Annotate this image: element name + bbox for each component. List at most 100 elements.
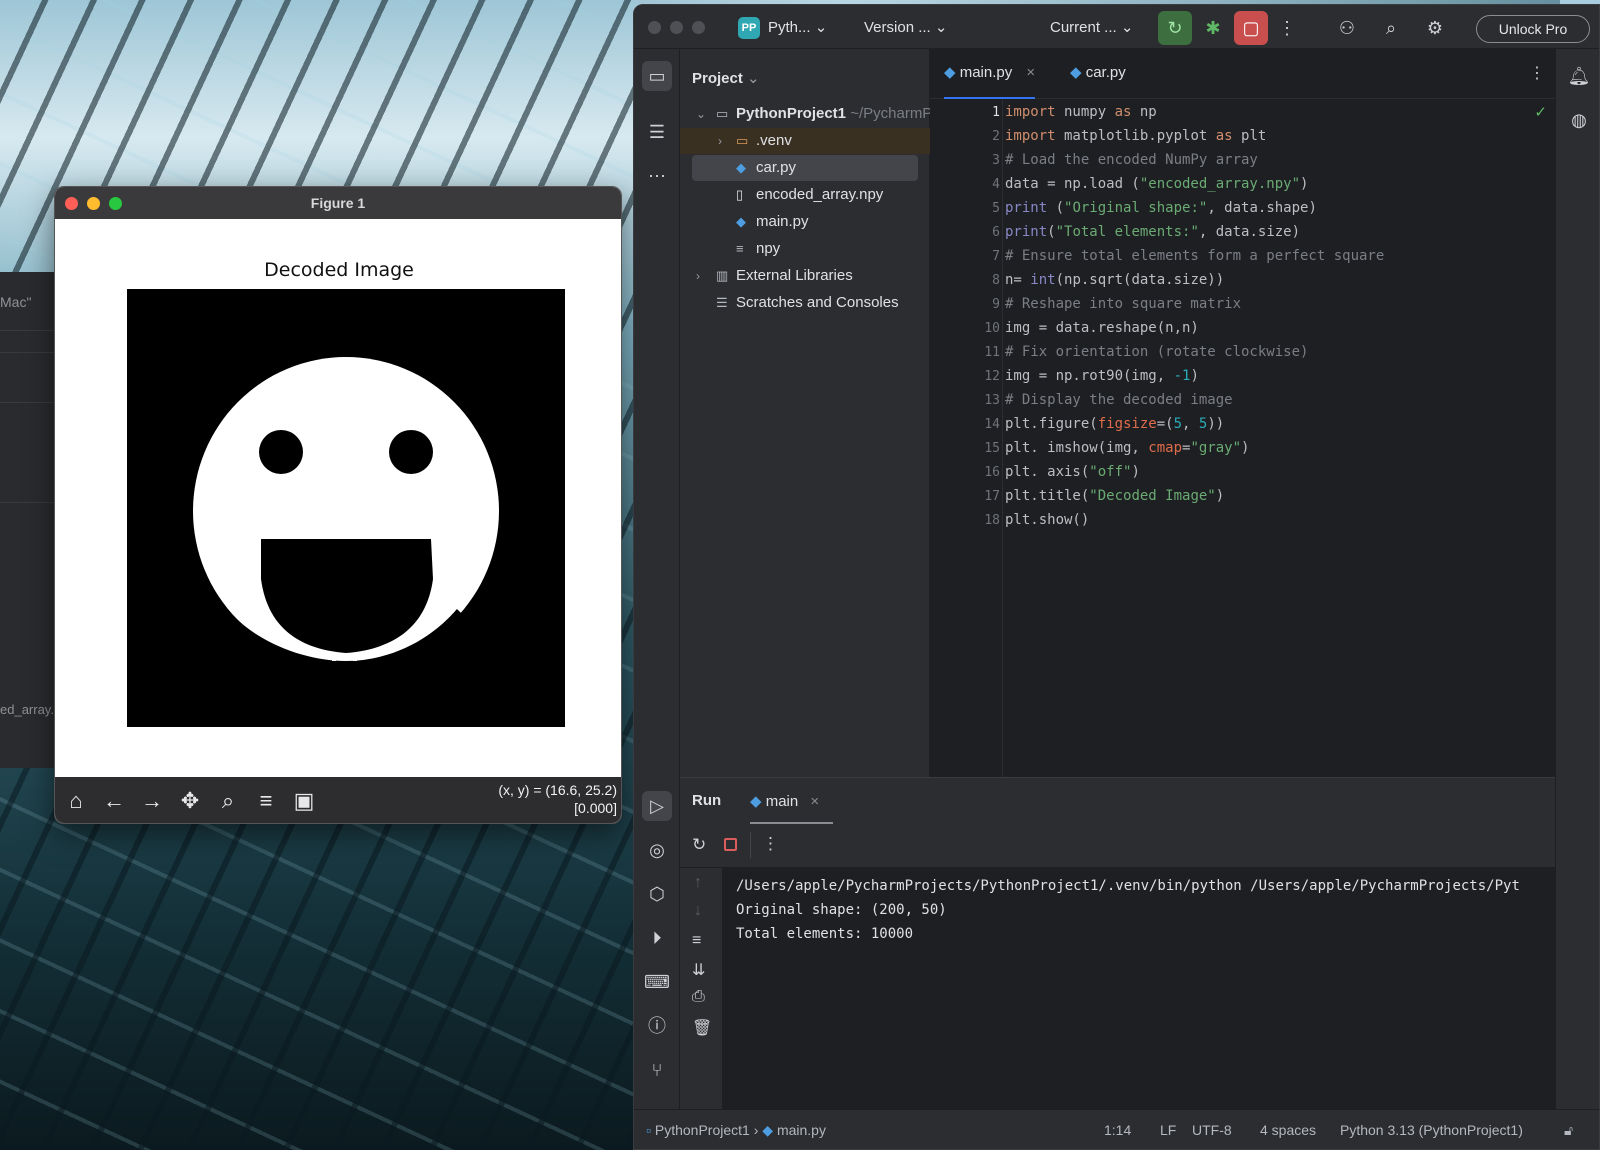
breadcrumb[interactable]: ▫ PythonProject1 › ◆ main.py xyxy=(646,1122,826,1139)
more-vertical-icon[interactable]: ⋮ xyxy=(1270,11,1304,45)
save-icon[interactable]: ▣ xyxy=(289,786,319,816)
stop-icon[interactable] xyxy=(724,838,737,851)
trash-icon[interactable]: 🗑︎ xyxy=(692,1018,712,1038)
code-line[interactable]: plt. axis("off") xyxy=(1005,464,1140,480)
git-branch-icon[interactable]: ⑂ xyxy=(642,1055,672,1085)
tree-item-external-libraries[interactable]: › ▥ External Libraries xyxy=(680,263,930,289)
run-play-icon[interactable]: ▷ xyxy=(642,791,672,821)
chevron-right-icon[interactable]: › xyxy=(718,128,722,154)
breadcrumb-file: main.py xyxy=(776,1122,826,1138)
scroll-down-icon[interactable]: ↓ xyxy=(694,902,702,920)
code-line[interactable]: n= int(np.sqrt(data.size)) xyxy=(1005,272,1224,288)
line-separator[interactable]: LF xyxy=(1160,1122,1176,1138)
background-window[interactable]: Mac" ed_array. xyxy=(0,272,60,768)
notifications-bell-icon[interactable]: 🔔︎ xyxy=(1564,61,1594,91)
line-number: 4 xyxy=(992,177,1000,192)
code-line[interactable]: plt.figure(figsize=(5, 5)) xyxy=(1005,416,1224,432)
rerun-icon[interactable]: ↻ xyxy=(692,835,706,855)
code-comment[interactable]: # Ensure total elements form a perfect s… xyxy=(1005,248,1384,264)
minimize-button[interactable] xyxy=(670,21,683,34)
code-line[interactable]: img = data.reshape(n,n) xyxy=(1005,320,1199,336)
code-line[interactable]: plt.title("Decoded Image") xyxy=(1005,488,1224,504)
code-text: ) xyxy=(1241,440,1250,456)
home-icon[interactable]: ⌂ xyxy=(61,786,91,816)
close-button[interactable] xyxy=(648,21,661,34)
project-badge[interactable]: PP xyxy=(738,17,760,39)
project-folder-icon[interactable]: ▭ xyxy=(642,61,672,91)
python-interpreter[interactable]: Python 3.13 (PythonProject1) xyxy=(1340,1122,1523,1138)
code-comment[interactable]: # Display the decoded image xyxy=(1005,392,1233,408)
stop-icon[interactable]: ▢ xyxy=(1234,11,1268,45)
forward-arrow-icon[interactable]: → xyxy=(137,786,167,816)
add-user-icon[interactable]: ⚇ xyxy=(1330,11,1364,45)
run-config-selector[interactable]: Current ... ⌄ xyxy=(1050,18,1133,36)
code-comment[interactable]: # Load the encoded NumPy array xyxy=(1005,152,1258,168)
configure-subplots-icon[interactable]: ≡ xyxy=(251,786,281,816)
pan-icon[interactable]: ✥ xyxy=(175,786,205,816)
scroll-to-end-icon[interactable]: ⇊ xyxy=(692,960,705,980)
figure-titlebar[interactable]: Figure 1 xyxy=(55,187,621,219)
keyword: import xyxy=(1005,128,1056,144)
figure-window[interactable]: Figure 1 Decoded Image ⌂ ← → ✥ ⌕ ≡ ▣ (x,… xyxy=(54,186,622,824)
ide-titlebar[interactable]: PP Pyth... ⌄ Version ... ⌄ Current ... ⌄… xyxy=(634,5,1599,49)
ai-assistant-icon[interactable]: ◍ xyxy=(1564,105,1594,135)
tab-run-main[interactable]: ◆ main × xyxy=(750,792,834,824)
print-icon[interactable]: ⎙ xyxy=(692,988,705,1006)
project-panel-label: Project xyxy=(692,70,743,87)
code-comment[interactable]: # Fix orientation (rotate clockwise) xyxy=(1005,344,1308,360)
soft-wrap-icon[interactable]: ≡ xyxy=(692,932,701,950)
python-console-icon[interactable]: ⬡ xyxy=(642,879,672,909)
tree-item-venv[interactable]: › ▭ .venv xyxy=(680,128,930,154)
unlock-pro-button[interactable]: Unlock Pro xyxy=(1476,15,1590,43)
code-line[interactable]: import matplotlib.pyplot as plt xyxy=(1005,128,1266,144)
close-tab-icon[interactable]: × xyxy=(1026,64,1035,81)
code-editor[interactable]: ◆ main.py × ◆ car.py ⋮ ✓ 1 2 3 4 5 6 7 8… xyxy=(930,49,1555,777)
tree-item-main-py[interactable]: ◆ main.py xyxy=(680,209,930,235)
close-tab-icon[interactable]: × xyxy=(810,793,819,810)
code-line[interactable]: print("Total elements:", data.size) xyxy=(1005,224,1300,240)
more-vertical-icon[interactable]: ⋮ xyxy=(1529,63,1545,83)
inspection-check-icon[interactable]: ✓ xyxy=(1534,103,1547,121)
tab-car-py[interactable]: ◆ car.py xyxy=(1070,63,1126,99)
figure-canvas[interactable]: Decoded Image xyxy=(55,219,621,777)
zoom-magnifier-icon[interactable]: ⌕ xyxy=(213,786,243,816)
code-line[interactable]: plt.show() xyxy=(1005,512,1089,528)
terminal-icon[interactable]: ⌨ xyxy=(642,967,672,997)
debug-bug-icon[interactable]: ✱ xyxy=(1196,11,1230,45)
tree-item-encoded-array[interactable]: ▯ encoded_array.npy xyxy=(680,182,930,208)
chevron-right-icon[interactable]: › xyxy=(696,263,700,289)
search-icon[interactable]: ⌕ xyxy=(1374,11,1408,45)
services-icon[interactable]: ⏵ xyxy=(642,923,672,953)
rerun-icon[interactable]: ↻ xyxy=(1158,11,1192,45)
more-horizontal-icon[interactable]: ⋯ xyxy=(642,161,672,191)
back-arrow-icon[interactable]: ← xyxy=(99,786,129,816)
more-vertical-icon[interactable]: ⋮ xyxy=(762,834,779,854)
tree-item-npy[interactable]: ≡ npy xyxy=(680,236,930,262)
tree-item-car-py[interactable]: ◆ car.py xyxy=(692,155,918,181)
problems-icon[interactable]: ⓘ xyxy=(642,1011,672,1041)
vcs-selector[interactable]: Version ... ⌄ xyxy=(864,18,947,36)
settings-gear-icon[interactable]: ⚙ xyxy=(1418,11,1452,45)
code-line[interactable]: img = np.rot90(img, -1) xyxy=(1005,368,1199,384)
tree-item-root[interactable]: ⌄ ▭ PythonProject1 ~/PycharmP xyxy=(680,101,932,127)
caret-position[interactable]: 1:14 xyxy=(1104,1122,1131,1138)
tab-main-py[interactable]: ◆ main.py × xyxy=(944,63,1036,99)
decoded-image[interactable] xyxy=(127,289,565,727)
indent-setting[interactable]: 4 spaces xyxy=(1260,1122,1316,1138)
structure-icon[interactable]: ☰ xyxy=(642,117,672,147)
scroll-up-icon[interactable]: ↑ xyxy=(694,874,702,892)
chevron-down-icon[interactable]: ⌄ xyxy=(696,101,706,127)
file-encoding[interactable]: UTF-8 xyxy=(1192,1122,1232,1138)
lock-icon[interactable]: 🔓︎ xyxy=(1564,1122,1573,1139)
code-line[interactable]: import numpy as np xyxy=(1005,104,1157,120)
tree-item-scratches[interactable]: ☰ Scratches and Consoles xyxy=(680,290,930,316)
code-line[interactable]: plt. imshow(img, cmap="gray") xyxy=(1005,440,1249,456)
code-line[interactable]: data = np.load ("encoded_array.npy") xyxy=(1005,176,1308,192)
code-comment[interactable]: # Reshape into square matrix xyxy=(1005,296,1241,312)
zoom-button[interactable] xyxy=(692,21,705,34)
python-packages-icon[interactable]: ◎ xyxy=(642,835,672,865)
project-panel-title[interactable]: Project ⌄ xyxy=(692,69,760,87)
project-selector[interactable]: Pyth... ⌄ xyxy=(768,18,827,36)
pycharm-window[interactable]: PP Pyth... ⌄ Version ... ⌄ Current ... ⌄… xyxy=(633,4,1600,1150)
code-line[interactable]: print ("Original shape:", data.shape) xyxy=(1005,200,1317,216)
